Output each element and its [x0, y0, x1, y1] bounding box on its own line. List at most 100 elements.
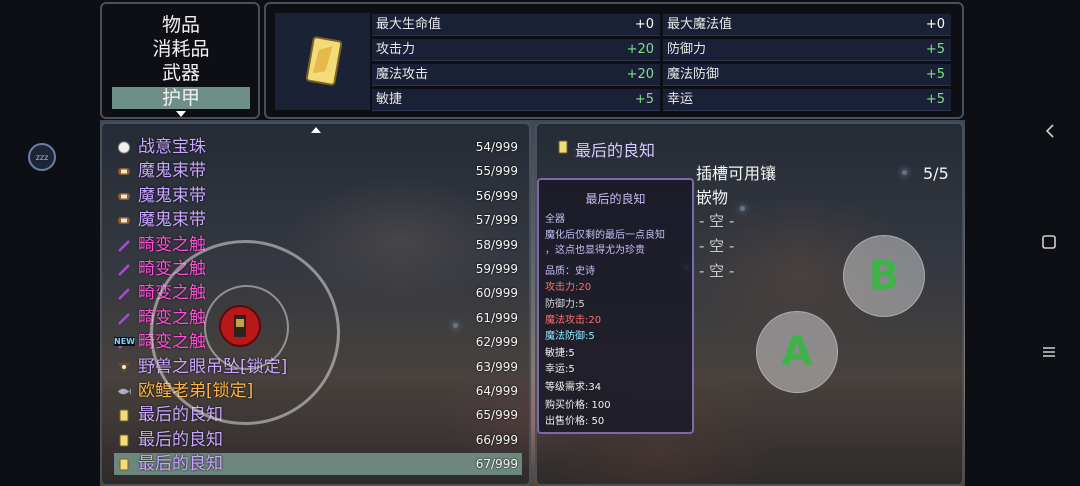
inventory-row[interactable]: 战意宝珠 54/999	[114, 136, 522, 158]
stat-row: 最大魔法值 +0	[663, 14, 951, 36]
socket-count: 5/5	[923, 164, 949, 183]
home-nav-icon[interactable]	[1041, 234, 1057, 250]
stat-value: +20	[626, 67, 654, 82]
stat-name: 魔法攻击	[376, 67, 429, 82]
stat-row: 魔法防御 +5	[663, 64, 951, 86]
tooltip-line: 全器	[545, 214, 565, 225]
item-count: 67/999	[475, 457, 518, 472]
inventory-row[interactable]: 最后的良知 65/999	[114, 404, 522, 426]
fish-icon	[118, 388, 131, 395]
socket-slot-empty[interactable]: - 空 -	[699, 210, 734, 231]
item-name: 魔鬼束带	[138, 161, 206, 182]
tooltip-line: 敏捷:5	[545, 348, 575, 359]
b-button[interactable]: B	[843, 235, 925, 317]
tooltip-line: 攻击力:20	[545, 282, 592, 293]
stat-row: 幸运 +5	[663, 89, 951, 111]
card-icon	[119, 434, 129, 447]
item-name: 最后的良知	[138, 429, 223, 450]
item-count: 60/999	[475, 286, 518, 301]
stat-name: 攻击力	[376, 42, 416, 57]
tooltip-line: 魔法防御:5	[545, 331, 595, 342]
inventory-row[interactable]: 魔鬼束带 55/999	[114, 160, 522, 182]
belt-icon	[118, 217, 130, 225]
stat-value: +0	[634, 17, 654, 32]
item-count: 55/999	[475, 164, 518, 179]
card-icon	[558, 140, 568, 154]
a-button[interactable]: A	[756, 311, 838, 393]
item-count: 61/999	[475, 310, 518, 325]
item-count: 58/999	[475, 237, 518, 252]
stat-value: +20	[626, 42, 654, 57]
socket-slot-empty[interactable]: - 空 -	[699, 260, 734, 281]
tentacle-icon	[118, 264, 130, 276]
stat-row: 攻击力 +20	[372, 39, 660, 61]
inventory-row[interactable]: 魔鬼束带 57/999	[114, 209, 522, 231]
back-nav-icon[interactable]	[1043, 123, 1057, 139]
item-name: 魔鬼束带	[138, 210, 206, 231]
stat-value: +5	[925, 42, 945, 57]
item-count: 65/999	[475, 408, 518, 423]
character-sprite-icon	[234, 315, 246, 337]
stat-name: 防御力	[667, 42, 707, 57]
stat-name: 最大魔法值	[667, 17, 733, 32]
item-count: 56/999	[475, 188, 518, 203]
stat-row: 防御力 +5	[663, 39, 951, 61]
tentacle-icon	[118, 239, 130, 252]
category-item-items[interactable]: 物品	[112, 14, 250, 36]
stat-name: 敏捷	[376, 92, 403, 107]
tooltip-line: 魔法攻击:20	[545, 315, 602, 326]
category-item-consumables[interactable]: 消耗品	[112, 38, 250, 60]
item-tooltip: 最后的良知 全器 魔化后仅剩的最后一点良知 ，这点也显得尤为珍贵 品质：史诗 攻击力:2…	[537, 178, 694, 434]
inventory-row[interactable]: 最后的良知 67/999	[114, 453, 522, 476]
belt-icon	[118, 168, 130, 176]
stat-name: 最大生命值	[376, 17, 442, 32]
stat-row: 最大生命值 +0	[372, 14, 660, 36]
item-name: 最后的良知	[138, 454, 223, 475]
item-name: 魔鬼束带	[138, 185, 206, 206]
item-count: 54/999	[475, 140, 518, 154]
item-name: 战意宝珠	[138, 137, 206, 157]
tooltip-line: 幸运:5	[545, 364, 575, 375]
stat-name: 魔法防御	[667, 67, 720, 82]
card-icon	[305, 36, 343, 86]
inventory-row[interactable]: 畸变之触 58/999	[114, 234, 522, 256]
item-count: 59/999	[475, 262, 518, 276]
pearl-icon	[118, 141, 130, 154]
item-count: 66/999	[475, 432, 518, 447]
scroll-down-icon[interactable]	[176, 111, 186, 117]
socket-available-label: 插槽可用镶嵌物	[696, 164, 777, 207]
tooltip-line: 出售价格: 50	[545, 416, 605, 427]
item-count: 57/999	[475, 213, 518, 228]
card-icon	[119, 458, 129, 471]
tooltip-title: 最后的良知	[585, 192, 646, 206]
pendant-icon	[118, 362, 130, 373]
scroll-up-icon[interactable]	[311, 127, 321, 133]
category-panel: 物品 消耗品 武器 护甲	[100, 2, 260, 119]
tooltip-line: 防御力:5	[545, 299, 585, 310]
item-count: 64/999	[475, 384, 518, 398]
stat-value: +5	[925, 67, 945, 82]
category-item-armor[interactable]: 护甲	[112, 87, 250, 109]
tooltip-line: 等级需求:34	[545, 382, 602, 393]
inventory-row[interactable]: 魔鬼束带 56/999	[114, 185, 522, 207]
socket-slot-empty[interactable]: - 空 -	[699, 235, 734, 256]
tentacle-icon	[118, 288, 130, 301]
new-badge: NEW	[114, 337, 135, 347]
stat-comparison-panel: 最大生命值 +0 攻击力 +20 魔法攻击 +20 敏捷 +5 最大魔法值 +0 防御力 +5 魔法防御…	[264, 2, 964, 119]
card-icon	[119, 409, 129, 422]
stat-row: 敏捷 +5	[372, 89, 660, 111]
stat-row: 魔法攻击 +20	[372, 64, 660, 86]
tentacle-icon	[118, 312, 130, 325]
stat-name: 幸运	[667, 92, 694, 107]
sleep-icon[interactable]: zzz	[28, 143, 56, 171]
tooltip-line: ，这点也显得尤为珍贵	[545, 245, 645, 256]
joystick-knob[interactable]	[219, 305, 261, 347]
menu-nav-icon[interactable]	[1041, 344, 1057, 360]
inventory-row[interactable]: 最后的良知 66/999	[114, 429, 522, 451]
category-item-weapons[interactable]: 武器	[112, 62, 250, 84]
item-count: 63/999	[475, 359, 518, 374]
belt-icon	[118, 192, 130, 200]
stat-value: +5	[925, 92, 945, 107]
sleep-label: zzz	[35, 152, 49, 162]
stat-value: +5	[634, 92, 654, 107]
